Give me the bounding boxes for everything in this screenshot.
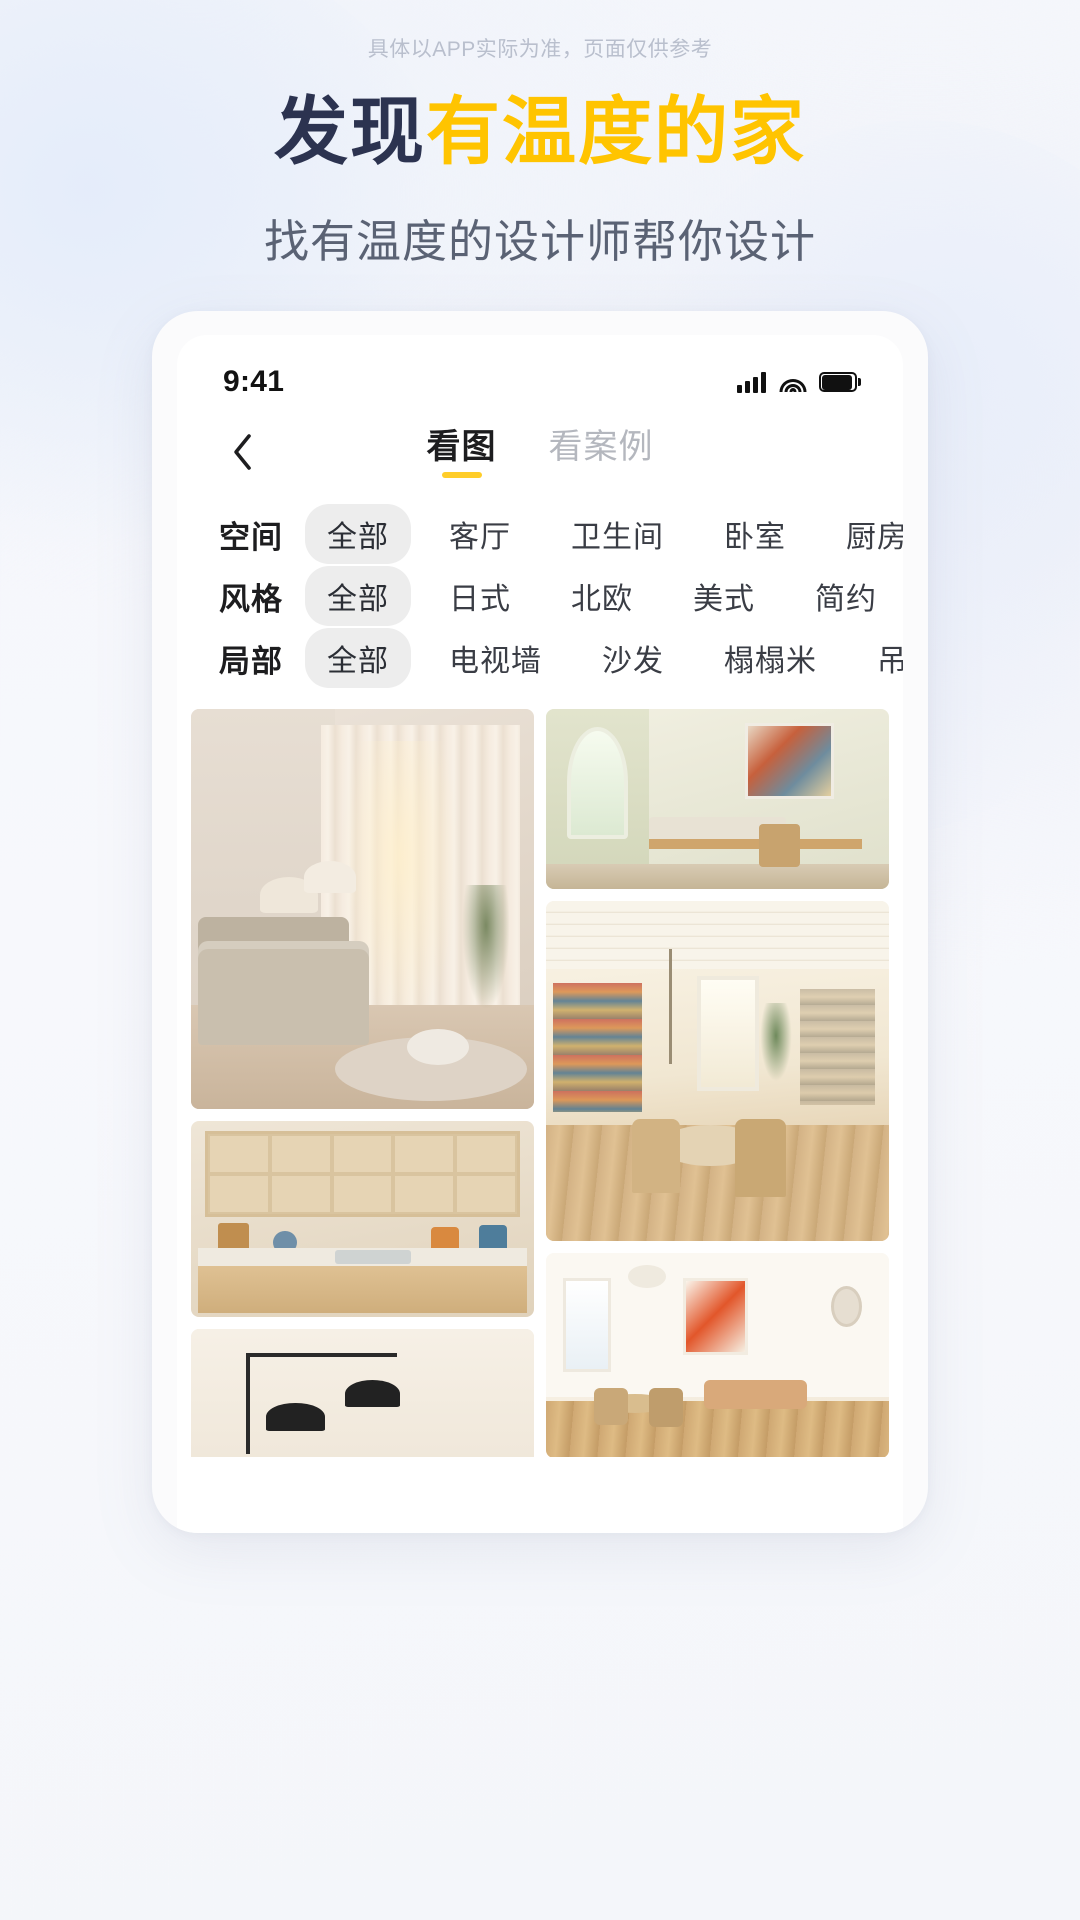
disclaimer-text: 具体以APP实际为准，页面仅供参考: [367, 38, 713, 61]
wifi-icon: [779, 372, 806, 392]
filter-row-area: 局部 全部 电视墙 沙发 榻榻米 吊顶 干湿: [177, 627, 903, 689]
filter-chip-space-all[interactable]: 全部: [305, 504, 411, 564]
filter-chip-space-bathroom[interactable]: 卫生间: [549, 504, 686, 564]
filter-chip-style-american[interactable]: 美式: [671, 566, 777, 626]
filter-chip-style-minimal[interactable]: 简约: [793, 566, 899, 626]
tab-view-photos-label: 看图: [426, 428, 497, 466]
tab-active-underline: [441, 472, 482, 478]
phone-mockup: 9:41 看图 看案例 空间 全部 客厅 卫生间 卧室 厨房 风格 全部 日式 …: [152, 311, 928, 1533]
filter-label-area: 局部: [219, 643, 283, 679]
status-time: 9:41: [223, 365, 285, 398]
photo-kitchen-shelving[interactable]: [191, 1121, 534, 1317]
filter-chip-space-kitchen[interactable]: 厨房: [824, 504, 903, 564]
filter-chip-area-sofa[interactable]: 沙发: [580, 628, 686, 688]
filter-chip-space-living[interactable]: 客厅: [427, 504, 533, 564]
photo-dining-nook-artwork[interactable]: [546, 709, 889, 889]
tab-view-cases[interactable]: 看案例: [549, 419, 654, 480]
tab-bar: 看图 看案例: [177, 419, 903, 480]
page-title: 发现有温度的家: [0, 95, 1080, 169]
headline-accent: 有温度的家: [426, 90, 806, 173]
filter-chip-area-tatami[interactable]: 榻榻米: [702, 628, 839, 688]
photo-bright-library-round-table[interactable]: [546, 901, 889, 1241]
headline-primary: 发现: [274, 90, 426, 173]
filter-chip-area-all[interactable]: 全部: [305, 628, 411, 688]
phone-screen: 9:41 看图 看案例 空间 全部 客厅 卫生间 卧室 厨房 风格 全部 日式 …: [177, 335, 903, 1533]
filter-chip-style-nordic[interactable]: 北欧: [549, 566, 655, 626]
photo-living-room-curtains[interactable]: [191, 709, 534, 1109]
tab-view-photos[interactable]: 看图: [427, 419, 497, 480]
tab-view-cases-label: 看案例: [548, 428, 654, 466]
filter-chip-style-all[interactable]: 全部: [305, 566, 411, 626]
photo-gallery: [177, 695, 903, 1457]
filter-row-style: 风格 全部 日式 北欧 美式 简约 轻奢: [177, 565, 903, 627]
filter-chip-space-bedroom[interactable]: 卧室: [702, 504, 808, 564]
status-bar: 9:41: [177, 335, 903, 411]
nav-bar: 看图 看案例: [177, 411, 903, 493]
photo-white-room-orange-art[interactable]: [546, 1253, 889, 1457]
filter-panel: 空间 全部 客厅 卫生间 卧室 厨房 餐厅 风格 全部 日式 北欧 美式 简约 …: [177, 493, 903, 695]
photo-dining-black-lamp[interactable]: [191, 1329, 534, 1457]
gallery-column-right: [546, 709, 889, 1457]
status-icons: [737, 371, 861, 393]
filter-chip-area-ceiling[interactable]: 吊顶: [855, 628, 903, 688]
filter-label-style: 风格: [219, 581, 283, 617]
filter-chip-area-tv-wall[interactable]: 电视墙: [427, 628, 564, 688]
gallery-column-left: [191, 709, 534, 1457]
filter-row-space: 空间 全部 客厅 卫生间 卧室 厨房 餐厅: [177, 503, 903, 565]
filter-label-space: 空间: [219, 519, 283, 555]
page-subtitle: 找有温度的设计师帮你设计: [263, 216, 816, 267]
filter-chip-style-japanese[interactable]: 日式: [427, 566, 533, 626]
signal-bars-icon: [737, 371, 766, 393]
battery-full-icon: [819, 372, 861, 392]
